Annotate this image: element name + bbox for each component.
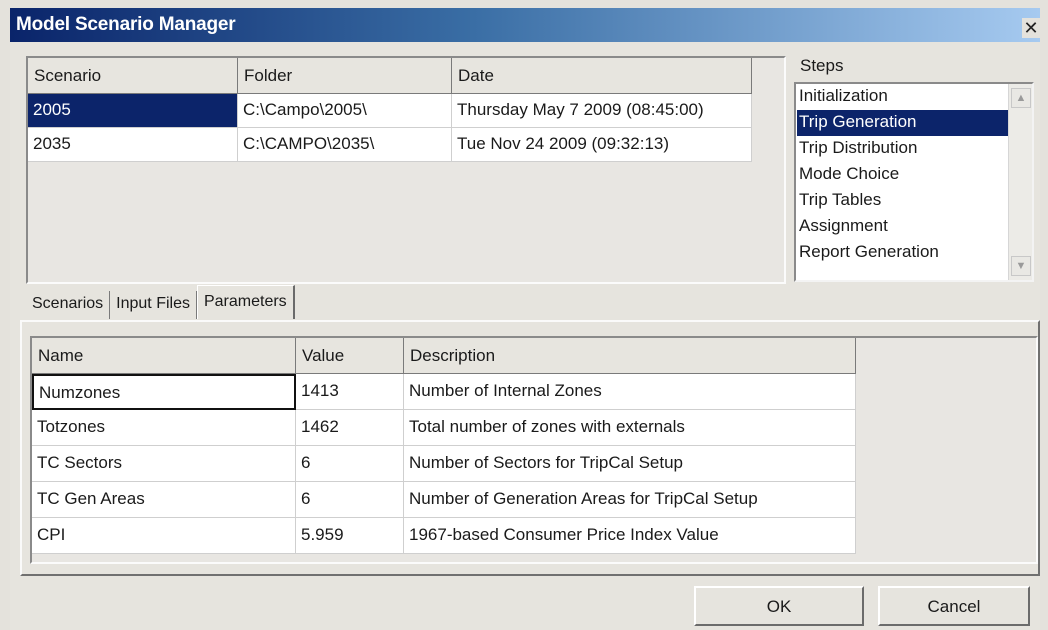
scenario-cell[interactable]: 2005 <box>28 94 238 128</box>
param-description-cell[interactable]: Total number of zones with externals <box>404 410 856 446</box>
date-cell[interactable]: Thursday May 7 2009 (08:45:00) <box>452 94 752 128</box>
table-row[interactable]: Numzones 1413 Number of Internal Zones <box>32 374 856 410</box>
table-row[interactable]: CPI 5.959 1967-based Consumer Price Inde… <box>32 518 856 554</box>
folder-cell[interactable]: C:\CAMPO\2035\ <box>238 128 452 162</box>
step-item-initialization[interactable]: Initialization <box>797 84 1008 110</box>
dialog-window: Model Scenario Manager ✕ Scenario Folder… <box>0 0 1048 630</box>
param-value-cell[interactable]: 5.959 <box>296 518 404 554</box>
table-row[interactable]: TC Gen Areas 6 Number of Generation Area… <box>32 482 856 518</box>
scenario-cell[interactable]: 2035 <box>28 128 238 162</box>
step-item-report-generation[interactable]: Report Generation <box>797 240 1008 266</box>
parameters-panel: Name Value Description Numzones 1413 Num… <box>20 320 1040 576</box>
parameters-table: Name Value Description Numzones 1413 Num… <box>30 336 1038 564</box>
tab-strip: Scenarios Input Files Parameters <box>26 285 295 319</box>
table-row[interactable]: 2035 C:\CAMPO\2035\ Tue Nov 24 2009 (09:… <box>28 128 752 162</box>
close-icon[interactable]: ✕ <box>1022 18 1040 38</box>
scenario-table-header: Scenario Folder Date <box>28 58 752 94</box>
param-name-cell[interactable]: Totzones <box>32 410 296 446</box>
dialog-body: Scenario Folder Date 2005 C:\Campo\2005\… <box>10 42 1040 630</box>
column-header-name[interactable]: Name <box>32 338 296 374</box>
step-item-trip-distribution[interactable]: Trip Distribution <box>797 136 1008 162</box>
ok-button[interactable]: OK <box>694 586 864 626</box>
table-row[interactable]: Totzones 1462 Total number of zones with… <box>32 410 856 446</box>
param-value-cell[interactable]: 6 <box>296 482 404 518</box>
param-name-cell[interactable]: CPI <box>32 518 296 554</box>
folder-cell[interactable]: C:\Campo\2005\ <box>238 94 452 128</box>
parameters-table-header: Name Value Description <box>32 338 856 374</box>
window-title: Model Scenario Manager <box>16 14 236 35</box>
scroll-up-icon[interactable]: ▲ <box>1011 88 1031 108</box>
step-item-trip-tables[interactable]: Trip Tables <box>797 188 1008 214</box>
param-description-cell[interactable]: Number of Internal Zones <box>404 374 856 410</box>
scroll-down-icon[interactable]: ▼ <box>1011 256 1031 276</box>
param-description-cell[interactable]: Number of Generation Areas for TripCal S… <box>404 482 856 518</box>
column-header-scenario[interactable]: Scenario <box>28 58 238 94</box>
param-name-cell[interactable]: TC Sectors <box>32 446 296 482</box>
param-name-cell[interactable]: Numzones <box>32 374 296 410</box>
step-item-mode-choice[interactable]: Mode Choice <box>797 162 1008 188</box>
param-value-cell[interactable]: 1462 <box>296 410 404 446</box>
param-description-cell[interactable]: Number of Sectors for TripCal Setup <box>404 446 856 482</box>
steps-label: Steps <box>800 56 844 75</box>
param-value-cell[interactable]: 6 <box>296 446 404 482</box>
tab-parameters[interactable]: Parameters <box>196 285 295 319</box>
tab-input-files[interactable]: Input Files <box>110 291 197 319</box>
column-header-folder[interactable]: Folder <box>238 58 452 94</box>
step-item-trip-generation[interactable]: Trip Generation <box>797 110 1008 136</box>
param-description-cell[interactable]: 1967-based Consumer Price Index Value <box>404 518 856 554</box>
param-name-cell[interactable]: TC Gen Areas <box>32 482 296 518</box>
tab-scenarios[interactable]: Scenarios <box>26 291 111 319</box>
steps-listbox[interactable]: Initialization Trip Generation Trip Dist… <box>794 82 1034 282</box>
cancel-button[interactable]: Cancel <box>878 586 1030 626</box>
title-bar[interactable]: Model Scenario Manager ✕ <box>10 8 1040 42</box>
table-row[interactable]: TC Sectors 6 Number of Sectors for TripC… <box>32 446 856 482</box>
column-header-date[interactable]: Date <box>452 58 752 94</box>
table-row[interactable]: 2005 C:\Campo\2005\ Thursday May 7 2009 … <box>28 94 752 128</box>
step-item-assignment[interactable]: Assignment <box>797 214 1008 240</box>
column-header-description[interactable]: Description <box>404 338 856 374</box>
steps-scrollbar[interactable]: ▲ ▼ <box>1008 84 1032 280</box>
column-header-value[interactable]: Value <box>296 338 404 374</box>
param-value-cell[interactable]: 1413 <box>296 374 404 410</box>
scenario-table: Scenario Folder Date 2005 C:\Campo\2005\… <box>26 56 786 284</box>
date-cell[interactable]: Tue Nov 24 2009 (09:32:13) <box>452 128 752 162</box>
